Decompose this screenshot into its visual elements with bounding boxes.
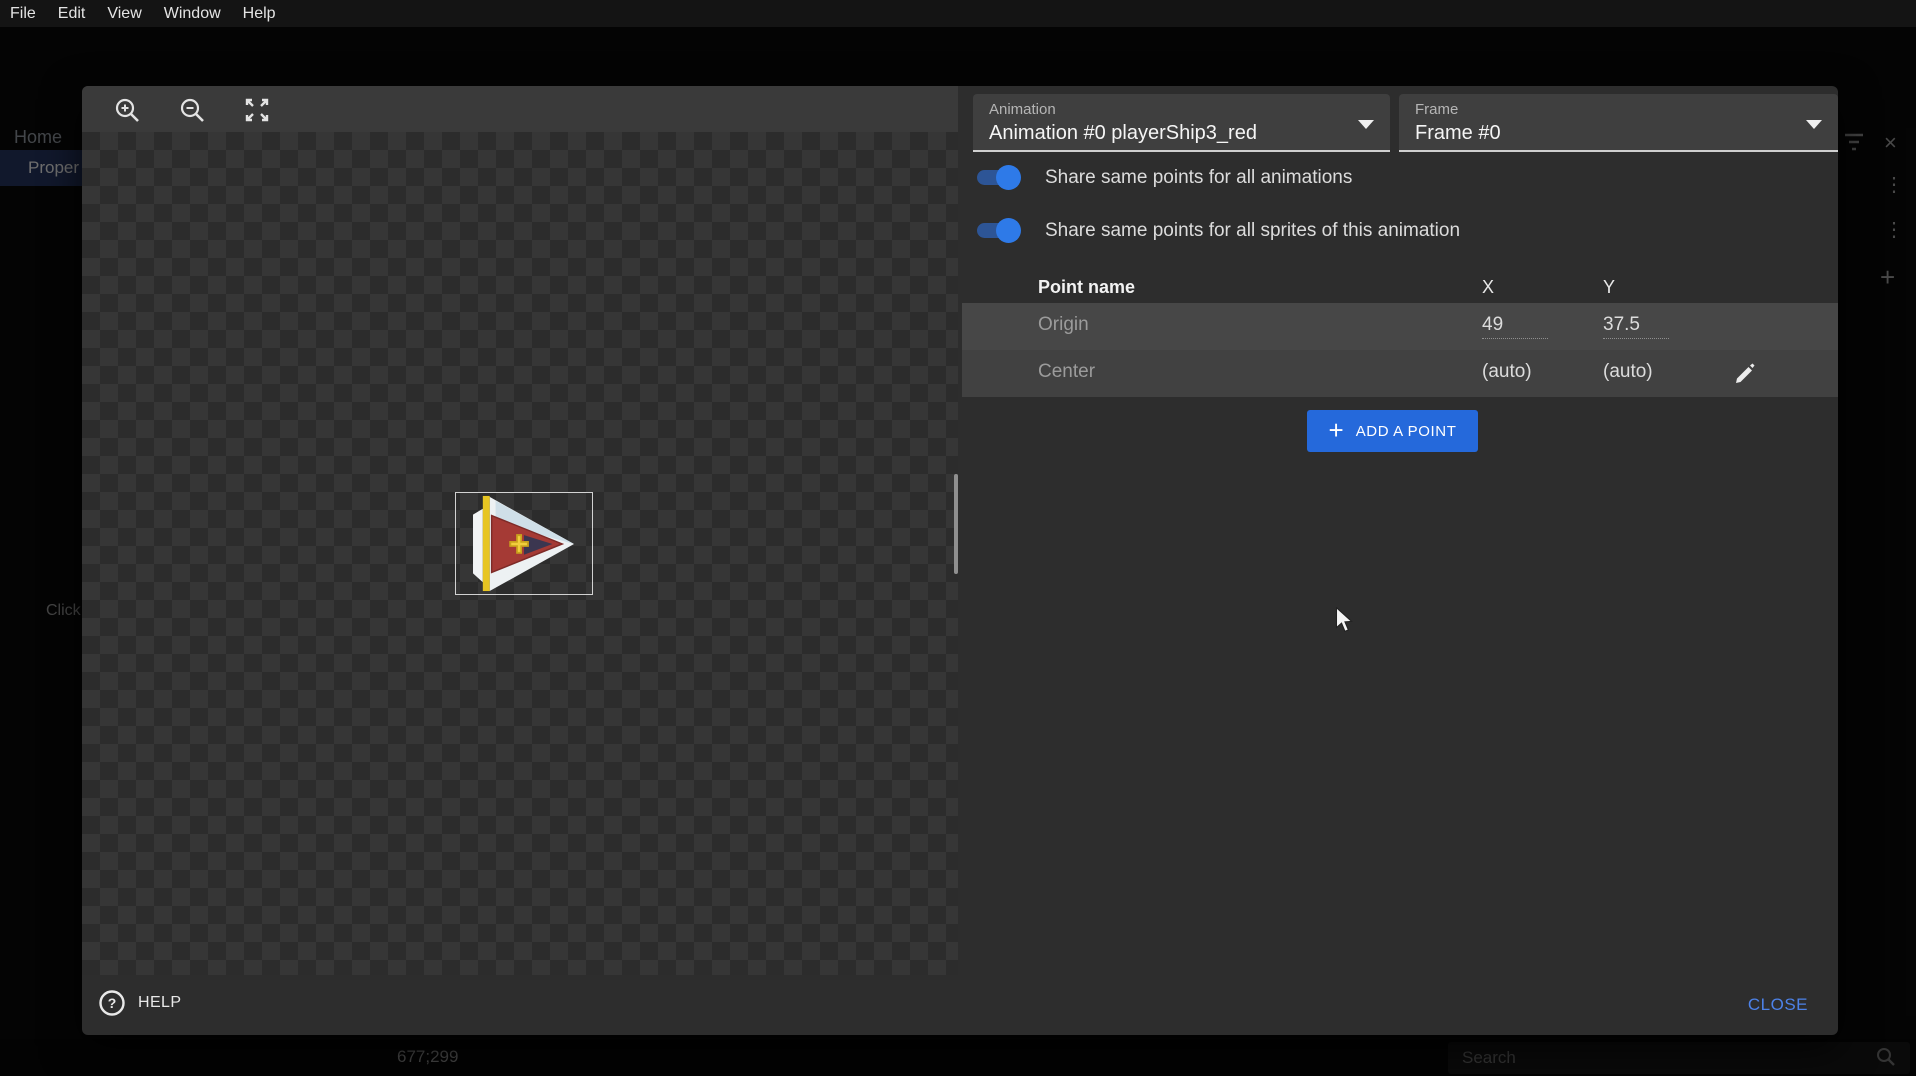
point-y-input[interactable]: 37.5: [1603, 314, 1669, 339]
player-ship-sprite: [456, 493, 592, 594]
share-points-sprites-toggle[interactable]: [977, 223, 1017, 238]
fit-content-icon[interactable]: [241, 94, 273, 126]
plus-icon: +: [1329, 417, 1344, 443]
column-y: Y: [1603, 277, 1615, 298]
animation-select-label: Animation: [989, 101, 1376, 118]
toggle-label: Share same points for all animations: [1045, 167, 1352, 189]
frame-select[interactable]: Frame Frame #0: [1399, 94, 1838, 152]
help-button[interactable]: ? HELP: [98, 989, 181, 1017]
share-points-animations-row: Share same points for all animations: [973, 164, 1352, 191]
table-row-center[interactable]: Center (auto) (auto): [962, 350, 1838, 397]
edit-points-dialog: Animation Animation #0 playerShip3_red F…: [82, 86, 1838, 1035]
chevron-down-icon: [1806, 120, 1822, 129]
animation-select[interactable]: Animation Animation #0 playerShip3_red: [973, 94, 1390, 152]
close-button[interactable]: CLOSE: [1748, 995, 1808, 1015]
dialog-footer: ? HELP CLOSE: [82, 975, 1838, 1035]
sprite-canvas[interactable]: [82, 86, 958, 975]
frame-select-label: Frame: [1415, 101, 1824, 118]
zoom-out-icon[interactable]: [176, 94, 208, 126]
menu-bar: File Edit View Window Help: [0, 0, 1916, 27]
point-name: Center: [1038, 361, 1095, 383]
mouse-cursor: [1335, 607, 1353, 638]
frame-select-value: Frame #0: [1415, 122, 1824, 145]
menu-window[interactable]: Window: [164, 5, 221, 23]
edit-point-pencil-icon[interactable]: [1732, 360, 1758, 386]
share-points-sprites-row: Share same points for all sprites of thi…: [973, 217, 1460, 244]
canvas-scrollbar[interactable]: [954, 474, 958, 574]
menu-help[interactable]: Help: [243, 5, 276, 23]
canvas-toolbar: [82, 86, 958, 132]
animation-select-value: Animation #0 playerShip3_red: [989, 122, 1376, 145]
column-point-name: Point name: [1038, 277, 1135, 298]
table-row-origin[interactable]: Origin 49 37.5: [962, 303, 1838, 350]
zoom-in-icon[interactable]: [111, 94, 143, 126]
toggle-label: Share same points for all sprites of thi…: [1045, 220, 1460, 242]
sprite-selection-box[interactable]: [455, 492, 593, 595]
column-x: X: [1482, 277, 1494, 298]
add-a-point-button[interactable]: + ADD A POINT: [1307, 410, 1478, 452]
help-icon: ?: [98, 989, 126, 1017]
menu-edit[interactable]: Edit: [58, 5, 86, 23]
point-name: Origin: [1038, 314, 1089, 336]
point-y-value: (auto): [1603, 361, 1653, 383]
svg-text:?: ?: [108, 995, 117, 1011]
chevron-down-icon: [1358, 120, 1374, 129]
app-window: File Edit View Window Help PREVIEW PUBLI…: [0, 0, 1916, 1076]
menu-view[interactable]: View: [107, 5, 141, 23]
points-table-header: Point name X Y: [82, 277, 1838, 303]
point-x-value: (auto): [1482, 361, 1532, 383]
point-x-input[interactable]: 49: [1482, 314, 1548, 339]
share-points-animations-toggle[interactable]: [977, 170, 1017, 185]
menu-file[interactable]: File: [10, 5, 36, 23]
